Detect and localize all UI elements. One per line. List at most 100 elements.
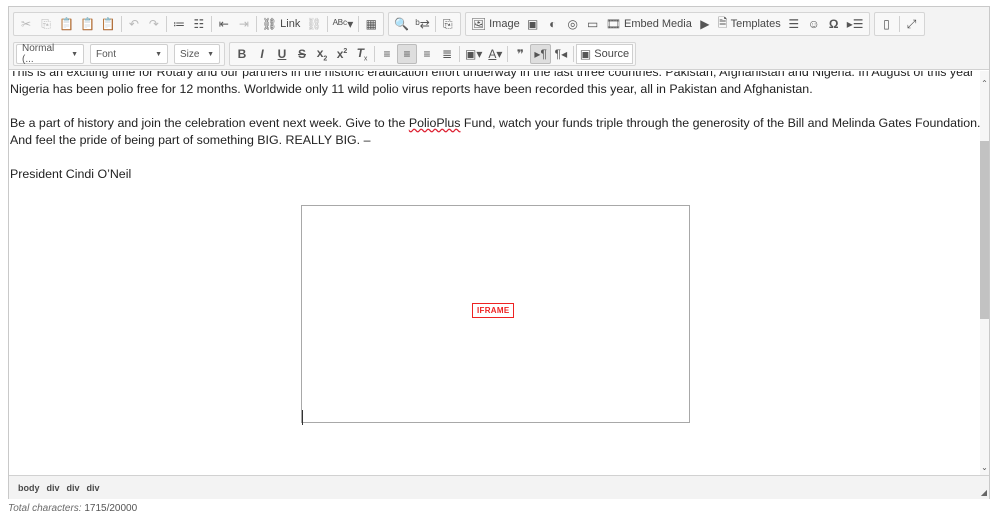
page-break-button[interactable]: ⎘ [438,14,458,34]
text-cursor [302,410,303,425]
omega-icon: Ω [828,17,839,31]
underline-button[interactable]: U [272,44,292,64]
smiley-icon: ☺ [807,17,820,31]
bulleted-list-button[interactable]: ☷ [189,14,209,34]
italic-button[interactable]: I [252,44,272,64]
preview-button[interactable]: ▯ [877,14,897,34]
path-div[interactable]: div [67,483,80,493]
editor-content-area[interactable]: This is an exciting time for Rotary and … [9,71,981,475]
iframe-button[interactable]: ◐ [543,14,563,34]
spellcheck-button[interactable]: ᴬᴮᶜ▾ [330,14,357,34]
content-scrollbar[interactable]: ⌃ ⌄ [980,71,989,475]
decrease-indent-button[interactable]: ⇤ [214,14,234,34]
numbered-list-button[interactable]: ≔ [169,14,189,34]
source-button[interactable]: ▣ Source [575,44,634,64]
path-body[interactable]: body [18,483,40,493]
ltr-button[interactable]: ▸¶ [530,44,551,64]
undo-icon: ↶ [128,17,139,31]
paste-button[interactable]: 📋 [56,14,77,34]
scissors-icon: ✂ [20,17,32,31]
rich-text-editor: ✂ ⎘ 📋 📋 📋 ↶ ↷ ≔ ☷ ⇤ ⇥ ⛓ Link ⛓ ᴬᴮᶜ▾ ▦ 🔍 … [8,6,990,499]
resize-handle-icon[interactable]: ◢ [981,488,987,497]
blockquote-button[interactable]: ❞ [510,44,530,64]
superscript-icon: x2 [336,47,348,61]
source-label: Source [594,48,630,60]
toolbar-row-1: ✂ ⎘ 📋 📋 📋 ↶ ↷ ≔ ☷ ⇤ ⇥ ⛓ Link ⛓ ᴬᴮᶜ▾ ▦ 🔍 … [13,11,929,37]
polioplus-word: PolioPlus [408,116,461,130]
separator [255,16,257,32]
rtl-icon: ¶◂ [554,47,568,61]
text-color-icon: A▾ [488,47,503,61]
cut-button[interactable]: ✂ [16,14,36,34]
paste-text-button[interactable]: 📋 [77,14,98,34]
quote-icon: ❞ [516,47,524,61]
table-icon: ▦ [365,17,377,31]
image-button[interactable]: 🖼 Image [468,14,523,34]
find-button[interactable]: 🔍 [391,14,412,34]
path-div[interactable]: div [47,483,60,493]
scroll-down-arrow-icon[interactable]: ⌄ [980,463,989,473]
undo-button[interactable]: ↶ [124,14,144,34]
justify-icon: ≣ [441,47,453,61]
font-value: Font [96,48,117,60]
replace-icon: ᵇ⇄ [415,17,430,31]
unlink-button[interactable]: ⛓ [303,14,324,34]
redo-button[interactable]: ↷ [144,14,164,34]
image-icon: 🖼 [470,17,487,31]
justify-button[interactable]: ≣ [437,44,457,64]
remove-format-button[interactable]: Tx [352,44,372,64]
subscript-button[interactable]: x2 [312,44,332,64]
templates-button[interactable]: 🗎 Templates [715,14,784,34]
bold-icon: B [237,47,247,61]
link-icon: ⛓ [261,17,278,31]
character-counter-label: Total characters: [8,503,82,514]
copy-button[interactable]: ⎘ [36,14,56,34]
superscript-button[interactable]: x2 [332,44,352,64]
align-left-icon: ≡ [383,47,391,61]
align-center-button[interactable]: ≡ [397,44,417,64]
globe-icon: ◎ [567,17,578,31]
special-char-button[interactable]: Ω [824,14,844,34]
bold-button[interactable]: B [232,44,252,64]
text-color-button[interactable]: A▾ [485,44,505,64]
embed-media-button[interactable]: 🎞 Embed Media [603,14,695,34]
scroll-thumb[interactable] [980,141,989,319]
styles-group: Normal (... ▼ Font ▼ Size ▼ [13,42,225,66]
increase-indent-button[interactable]: ⇥ [234,14,254,34]
path-div[interactable]: div [87,483,100,493]
toolbar-row-2: Normal (... ▼ Font ▼ Size ▼ B I U S x2 x2 T… [13,41,640,67]
align-right-button[interactable]: ≡ [417,44,437,64]
flash-icon: ▣ [527,17,539,31]
template-icon: 🗎 [717,15,728,30]
element-path-bar: body div div div ◢ [9,475,989,499]
format-select[interactable]: Normal (... ▼ [16,43,84,65]
chevron-down-icon: ▼ [71,50,78,58]
separator [898,16,900,32]
link-button[interactable]: ⛓ Link [259,14,303,34]
maximize-button[interactable]: ⤢ [902,14,922,34]
background-color-button[interactable]: ▣▾ [462,44,485,64]
replace-button[interactable]: ᵇ⇄ [412,14,433,34]
flash-button[interactable]: ▣ [523,14,543,34]
spellcheck-icon: ᴬᴮᶜ▾ [332,17,354,31]
size-select[interactable]: Size ▼ [174,44,220,64]
clipboard-group: ✂ ⎘ 📋 📋 📋 ↶ ↷ ≔ ☷ ⇤ ⇥ ⛓ Link ⛓ ᴬᴮᶜ▾ ▦ [13,12,385,36]
bulleted-list-icon: ☷ [193,17,205,31]
table-button[interactable]: ▦ [361,14,381,34]
iframe-placeholder[interactable]: IFRAME [301,205,690,423]
strikethrough-button[interactable]: S [292,44,312,64]
copy-icon: ⎘ [41,16,51,31]
horizontal-rule-button[interactable]: ☰ [784,14,804,34]
scroll-up-arrow-icon[interactable]: ⌃ [980,79,989,89]
globe-button[interactable]: ◎ [563,14,583,34]
paste-word-button[interactable]: 📋 [98,14,119,34]
special-media-button[interactable]: ▭ [583,14,603,34]
align-left-button[interactable]: ≡ [377,44,397,64]
rtl-button[interactable]: ¶◂ [551,44,571,64]
underline-icon: U [277,47,287,61]
font-select[interactable]: Font ▼ [90,44,168,64]
iframe-label: IFRAME [472,303,515,318]
smiley-button[interactable]: ☺ [804,14,824,34]
youtube-button[interactable]: ▶ [695,14,715,34]
show-blocks-insert-button[interactable]: ▸☰ [844,14,867,34]
